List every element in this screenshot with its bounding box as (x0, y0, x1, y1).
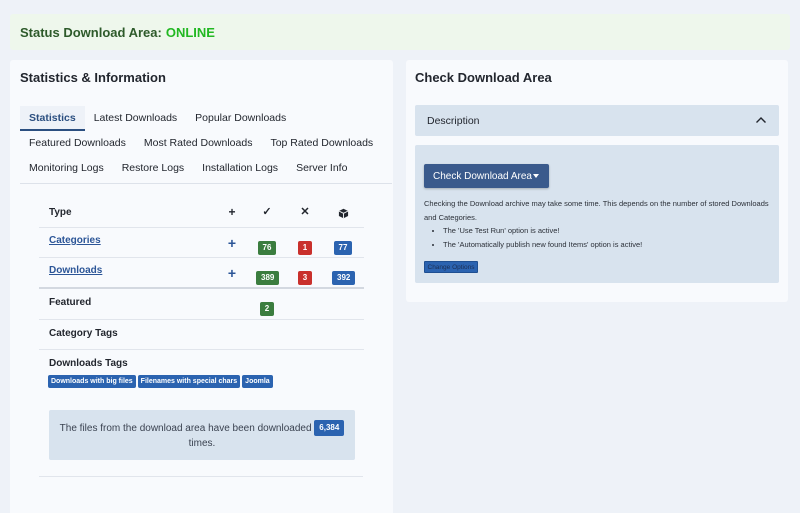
check-area-title: Check Download Area (415, 70, 552, 85)
categories-published-badge: 76 (257, 241, 277, 255)
add-category-icon[interactable]: + (221, 236, 243, 250)
box-icon (332, 206, 354, 224)
counter-text-after: times. (188, 438, 216, 449)
downloads-total-badge: 392 (332, 271, 356, 285)
check-download-area-card: Check Download Area Description Check Do… (406, 60, 788, 302)
plus-icon: + (228, 205, 236, 219)
tag-big-files[interactable]: Downloads with big files (48, 375, 136, 388)
tab-statistics[interactable]: Statistics (20, 106, 85, 131)
statistics-table: Type + ✓ ✕ Categories + 76 1 77 Download… (39, 198, 364, 402)
change-options-button[interactable]: Change Options (424, 261, 478, 273)
categories-unpublished-badge: 1 (297, 241, 313, 255)
options-note-list: The 'Use Test Run' option is active! The… (443, 224, 642, 252)
tab-restore-logs[interactable]: Restore Logs (113, 156, 193, 181)
tab-most-rated-downloads[interactable]: Most Rated Downloads (135, 131, 262, 156)
download-counter-box: The files from the download area have be… (49, 410, 355, 460)
downloads-unpublished-badge: 3 (297, 271, 313, 285)
check-download-area-button[interactable]: Check Download Area (424, 164, 549, 188)
tab-popular-downloads[interactable]: Popular Downloads (186, 106, 295, 131)
table-row-categories: Categories + 76 1 77 (39, 228, 364, 258)
categories-link[interactable]: Categories (49, 235, 101, 246)
check-button-label: Check Download Area (433, 170, 532, 182)
table-row-category-tags: Category Tags (39, 320, 364, 350)
chevron-up-icon (756, 117, 766, 123)
tab-monitoring-logs[interactable]: Monitoring Logs (20, 156, 113, 181)
status-value: ONLINE (165, 24, 215, 40)
table-row-featured: Featured 2 (39, 289, 364, 320)
tag-special-chars[interactable]: Filenames with special chars (137, 375, 241, 388)
tab-top-rated-downloads[interactable]: Top Rated Downloads (261, 131, 382, 156)
tab-server-info[interactable]: Server Info (287, 156, 356, 181)
downloads-published-badge: 389 (256, 271, 280, 285)
downloads-tags-label: Downloads Tags (49, 358, 128, 369)
table-row-downloads: Downloads + 389 3 392 (39, 258, 364, 289)
add-download-icon[interactable]: + (221, 266, 243, 280)
featured-label: Featured (49, 297, 92, 308)
accordion-label: Description (427, 114, 480, 127)
tag-joomla[interactable]: Joomla (242, 375, 273, 388)
tab-installation-logs[interactable]: Installation Logs (193, 156, 287, 181)
description-accordion-body: Check Download Area Checking the Downloa… (415, 145, 779, 283)
type-header: Type (49, 207, 72, 218)
description-text: Checking the Download archive may take s… (424, 199, 769, 222)
downloads-link[interactable]: Downloads (49, 265, 102, 276)
categories-total-badge: 77 (333, 241, 353, 255)
table-row-downloads-tags: Downloads Tags Downloads with big files … (39, 350, 364, 402)
caret-down-icon (533, 174, 539, 178)
downloads-tag-list: Downloads with big files Filenames with … (48, 375, 273, 388)
status-label: Status Download Area: (20, 24, 162, 40)
status-bar: Status Download Area: ONLINE (10, 14, 790, 50)
counter-text-before: The files from the download area have be… (59, 423, 312, 434)
description-accordion-header[interactable]: Description (415, 105, 779, 136)
statistics-tabs: Statistics Latest Downloads Popular Down… (20, 106, 392, 184)
statistics-title: Statistics & Information (20, 70, 166, 85)
check-icon: ✓ (262, 206, 272, 218)
category-tags-label: Category Tags (49, 328, 118, 339)
table-header-row: Type + ✓ ✕ (39, 198, 364, 228)
tab-latest-downloads[interactable]: Latest Downloads (85, 106, 186, 131)
featured-count-badge: 2 (259, 302, 275, 316)
note-test-run: The 'Use Test Run' option is active! (443, 224, 642, 238)
tab-featured-downloads[interactable]: Featured Downloads (20, 131, 135, 156)
divider (39, 476, 363, 477)
x-icon: ✕ (300, 206, 310, 218)
note-auto-publish: The 'Automatically publish new found Ite… (443, 238, 642, 252)
download-count-badge: 6,384 (314, 420, 345, 436)
